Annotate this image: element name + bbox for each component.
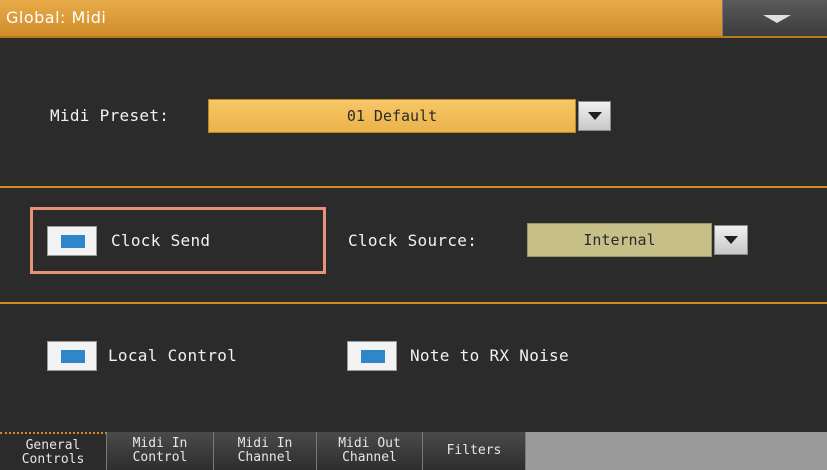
- tab-midi-out-channel[interactable]: Midi Out Channel: [317, 432, 423, 470]
- midi-preset-field[interactable]: 01 Default: [208, 99, 576, 133]
- section-divider: [0, 186, 827, 188]
- tab-label-line1: Midi In: [237, 436, 293, 451]
- dropdown-triangle-icon: [763, 15, 791, 23]
- checkbox-checked-indicator: [361, 350, 385, 363]
- section-divider: [0, 302, 827, 304]
- tab-label-line2: Channel: [237, 450, 293, 465]
- tab-label-line1: Midi Out: [338, 436, 401, 451]
- tab-general-controls[interactable]: General Controls: [0, 432, 107, 470]
- clock-source-dropdown-button[interactable]: [714, 225, 748, 255]
- tab-midi-in-channel[interactable]: Midi In Channel: [214, 432, 317, 470]
- checkbox-checked-indicator: [61, 350, 85, 363]
- note-rx-noise-checkbox[interactable]: [347, 341, 397, 371]
- clock-source-field[interactable]: Internal: [527, 223, 712, 257]
- midi-preset-dropdown-button[interactable]: [578, 101, 611, 131]
- clock-source-label: Clock Source:: [348, 231, 478, 250]
- tab-label-line2: Controls: [21, 452, 85, 467]
- tab-label-line1: General: [25, 438, 81, 453]
- clock-send-checkbox[interactable]: [47, 226, 97, 256]
- clock-source-value: Internal: [583, 231, 656, 249]
- tab-filters[interactable]: Filters: [423, 432, 526, 470]
- clock-send-label: Clock Send: [111, 231, 211, 250]
- checkbox-checked-indicator: [61, 235, 85, 248]
- title-bar: Global: Midi: [0, 0, 827, 38]
- chevron-down-icon: [724, 236, 738, 244]
- tab-label-line1: Filters: [446, 443, 502, 458]
- chevron-down-icon: [587, 112, 602, 120]
- local-control-label: Local Control: [108, 346, 238, 365]
- page-title: Global: Midi: [6, 8, 107, 27]
- tab-bar: General Controls Midi In Control Midi In…: [0, 432, 827, 470]
- tab-midi-in-control[interactable]: Midi In Control: [107, 432, 214, 470]
- midi-preset-label: Midi Preset:: [50, 106, 170, 125]
- midi-preset-value: 01 Default: [346, 107, 438, 125]
- tab-label-line2: Channel: [342, 450, 397, 465]
- local-control-checkbox[interactable]: [47, 341, 97, 371]
- tab-label-line1: Midi In: [132, 436, 188, 451]
- tab-label-line2: Control: [132, 450, 188, 465]
- note-rx-noise-label: Note to RX Noise: [410, 346, 569, 365]
- page-menu-button[interactable]: [722, 0, 827, 36]
